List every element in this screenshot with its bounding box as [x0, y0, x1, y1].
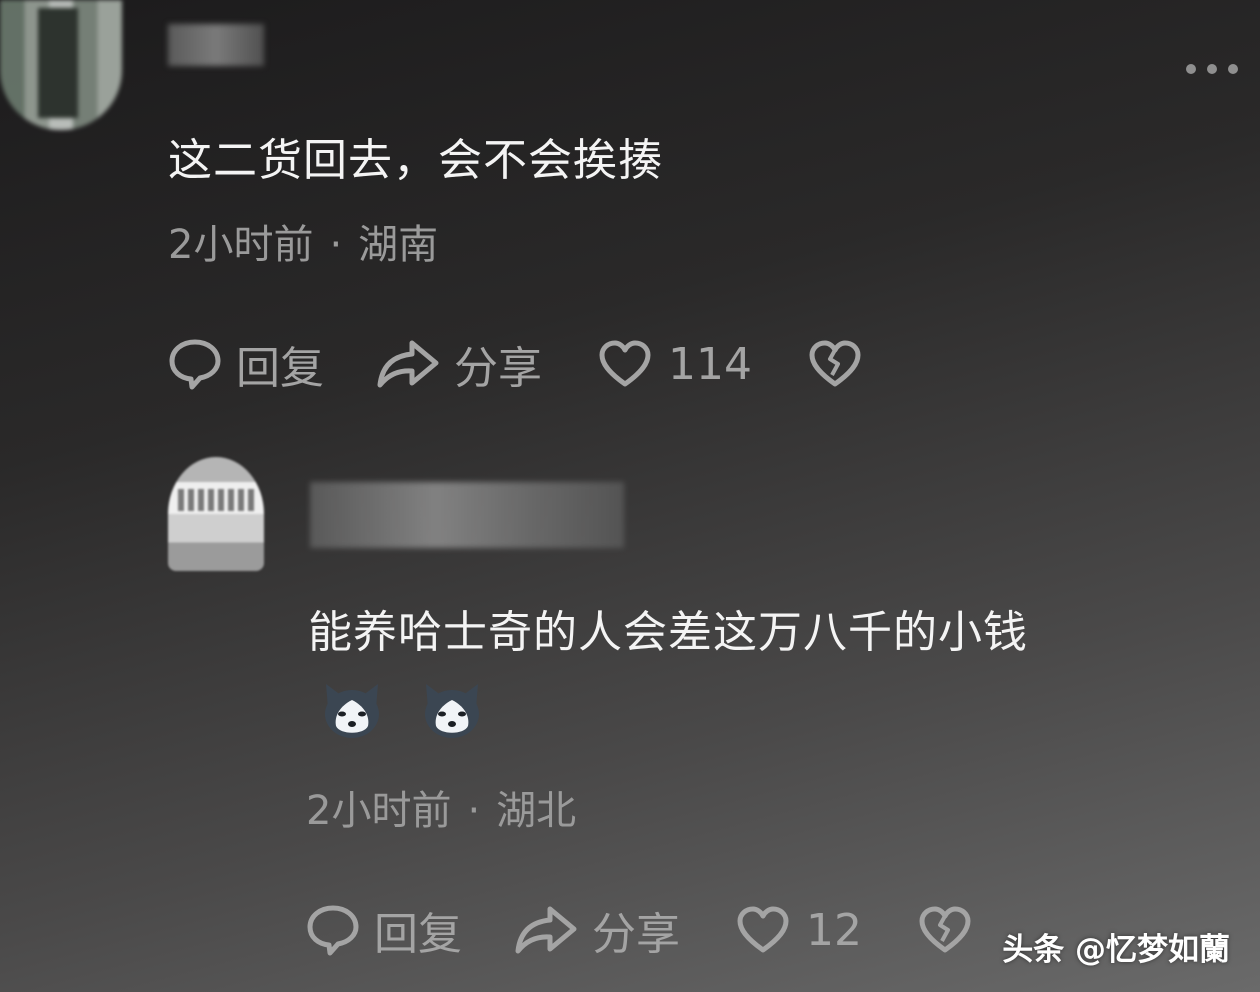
reply-label: 回复	[236, 343, 324, 394]
husky-emoji	[425, 684, 479, 738]
meta-separator: ·	[329, 222, 343, 268]
heart-icon	[599, 340, 651, 387]
share-arrow-icon	[377, 340, 439, 388]
comment1-dislike-button[interactable]	[808, 339, 862, 389]
like-count: 114	[668, 338, 752, 390]
heart-icon	[737, 906, 789, 953]
comment1-like-button[interactable]: 114	[598, 339, 752, 390]
husky-emoji	[325, 684, 379, 738]
comment2-share-button[interactable]: 分享	[514, 898, 680, 962]
comment1-location: 湖南	[358, 222, 439, 268]
comment2-emoji-row	[320, 680, 484, 740]
comment2-username-blurred[interactable]	[310, 482, 624, 548]
share-label: 分享	[592, 909, 680, 960]
dot	[1207, 64, 1217, 74]
comment-bubble-icon	[169, 339, 221, 390]
comment2-location: 湖北	[496, 788, 577, 834]
comment2-meta: 2小时前 · 湖北	[306, 778, 576, 836]
comment1-time: 2小时前	[168, 222, 314, 268]
comment1-actions: 回复 分享 114	[168, 332, 862, 396]
dot	[1186, 64, 1196, 74]
comment2-reply-button[interactable]: 回复	[306, 898, 462, 962]
comment1-reply-button[interactable]: 回复	[168, 332, 324, 396]
comment2-time: 2小时前	[306, 788, 452, 834]
comment2-dislike-button[interactable]	[918, 905, 972, 955]
comment1-meta: 2小时前 · 湖南	[168, 212, 438, 270]
broken-heart-icon	[809, 340, 861, 387]
comment-bubble-icon	[307, 905, 359, 956]
meta-separator: ·	[467, 788, 481, 834]
comment1-avatar[interactable]	[0, 0, 122, 130]
comment1-username-blurred[interactable]	[168, 24, 264, 66]
broken-heart-icon	[919, 906, 971, 953]
comment2-like-button[interactable]: 12	[736, 905, 862, 956]
share-label: 分享	[454, 343, 542, 394]
more-dots-icon[interactable]	[1186, 64, 1238, 74]
comment2-avatar[interactable]	[168, 457, 264, 571]
share-arrow-icon	[515, 906, 577, 954]
comment2-text: 能养哈士奇的人会差这万八千的小钱	[308, 607, 1028, 658]
dot	[1228, 64, 1238, 74]
watermark: 头条 @忆梦如蘭	[1002, 932, 1230, 968]
comment1-text: 这二货回去，会不会挨揍	[168, 135, 663, 186]
comment1-share-button[interactable]: 分享	[376, 332, 542, 396]
comment2-actions: 回复 分享 12	[306, 898, 972, 962]
like-count: 12	[806, 904, 862, 956]
reply-label: 回复	[374, 909, 462, 960]
